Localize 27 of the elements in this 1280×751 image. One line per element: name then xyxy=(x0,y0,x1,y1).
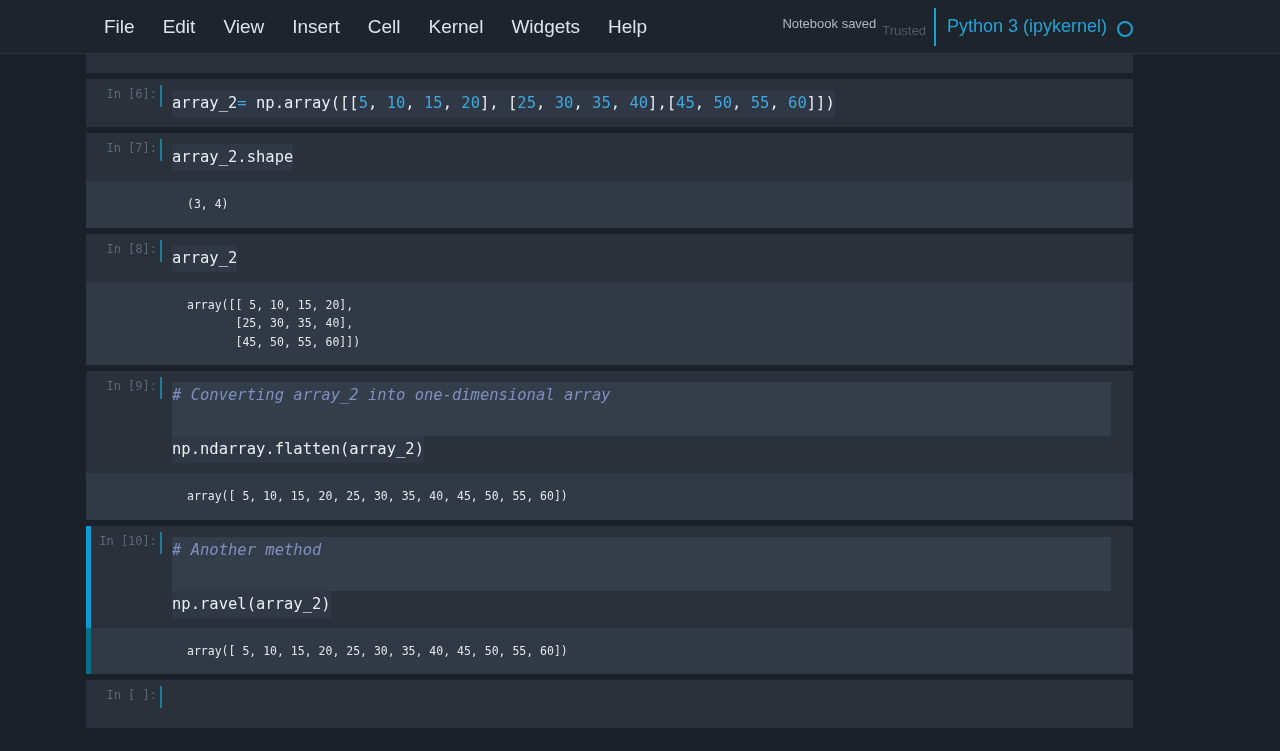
input-prompt: In [9]: xyxy=(106,377,162,399)
notebook-cell[interactable]: In [8]: array_2 array([[ 5, 10, 15, 20], [25, 30, 35, 40], [45, 50, 55, 60]]) xyxy=(86,233,1133,365)
notification-text: Notebook saved xyxy=(782,15,877,31)
notebook-cell[interactable]: In [10]: # Another method np.ravel(array_2) array([ 5, 10, 15, 20, 25, 30, 35, 40, 45, 50, 55, 60]) xyxy=(86,525,1133,674)
input-prompt: In [ ]: xyxy=(106,686,162,708)
cell-output: array([ 5, 10, 15, 20, 25, 30, 35, 40, 45, 50, 55, 60]) xyxy=(187,488,569,505)
menu-item[interactable]: File xyxy=(90,15,149,38)
menu-item[interactable]: Edit xyxy=(148,15,210,38)
cell-output: array([ 5, 10, 15, 20, 25, 30, 35, 40, 45, 50, 55, 60]) xyxy=(187,642,569,660)
menu-item[interactable]: Widgets xyxy=(497,15,595,38)
kernel-name[interactable]: Python 3 (ipykernel) xyxy=(946,16,1107,37)
input-prompt: In [8]: xyxy=(106,239,162,262)
notebook-cell[interactable]: In [6]: array_2= np.array([[5, 10, 15, 20], [25, 30, 35, 40],[45, 50, 55, 60]]) xyxy=(86,79,1133,127)
menu-item[interactable]: Help xyxy=(594,15,662,38)
cell-output: array([[ 5, 10, 15, 20], [25, 30, 35, 40], [45, 50, 55, 60]]) xyxy=(187,296,362,351)
menu-item[interactable]: Kernel xyxy=(414,15,498,38)
input-prompt: In [7]: xyxy=(106,139,162,161)
cell-output: (3, 4) xyxy=(187,196,230,213)
menu-item[interactable]: Insert xyxy=(278,15,354,38)
notebook-cell[interactable]: In [9]: # Converting array_2 into one-dimensional array np.ndarray.flatten(array_2) array([ 5, 10, 15, 20, 25, 30, 35, 40, 45, 50, 55, 60]) xyxy=(86,371,1133,520)
input-prompt: In [6]: xyxy=(106,85,162,107)
menu-item[interactable]: View xyxy=(209,15,279,38)
notebook-cell[interactable]: In [7]: array_2.shape (3, 4) xyxy=(86,133,1133,228)
menu-item[interactable]: Cell xyxy=(353,15,415,38)
input-prompt: In [10]: xyxy=(99,531,162,554)
code-comment: # Another method xyxy=(172,536,1111,591)
code-comment: # Converting array_2 into one-dimensional array xyxy=(172,382,1111,436)
